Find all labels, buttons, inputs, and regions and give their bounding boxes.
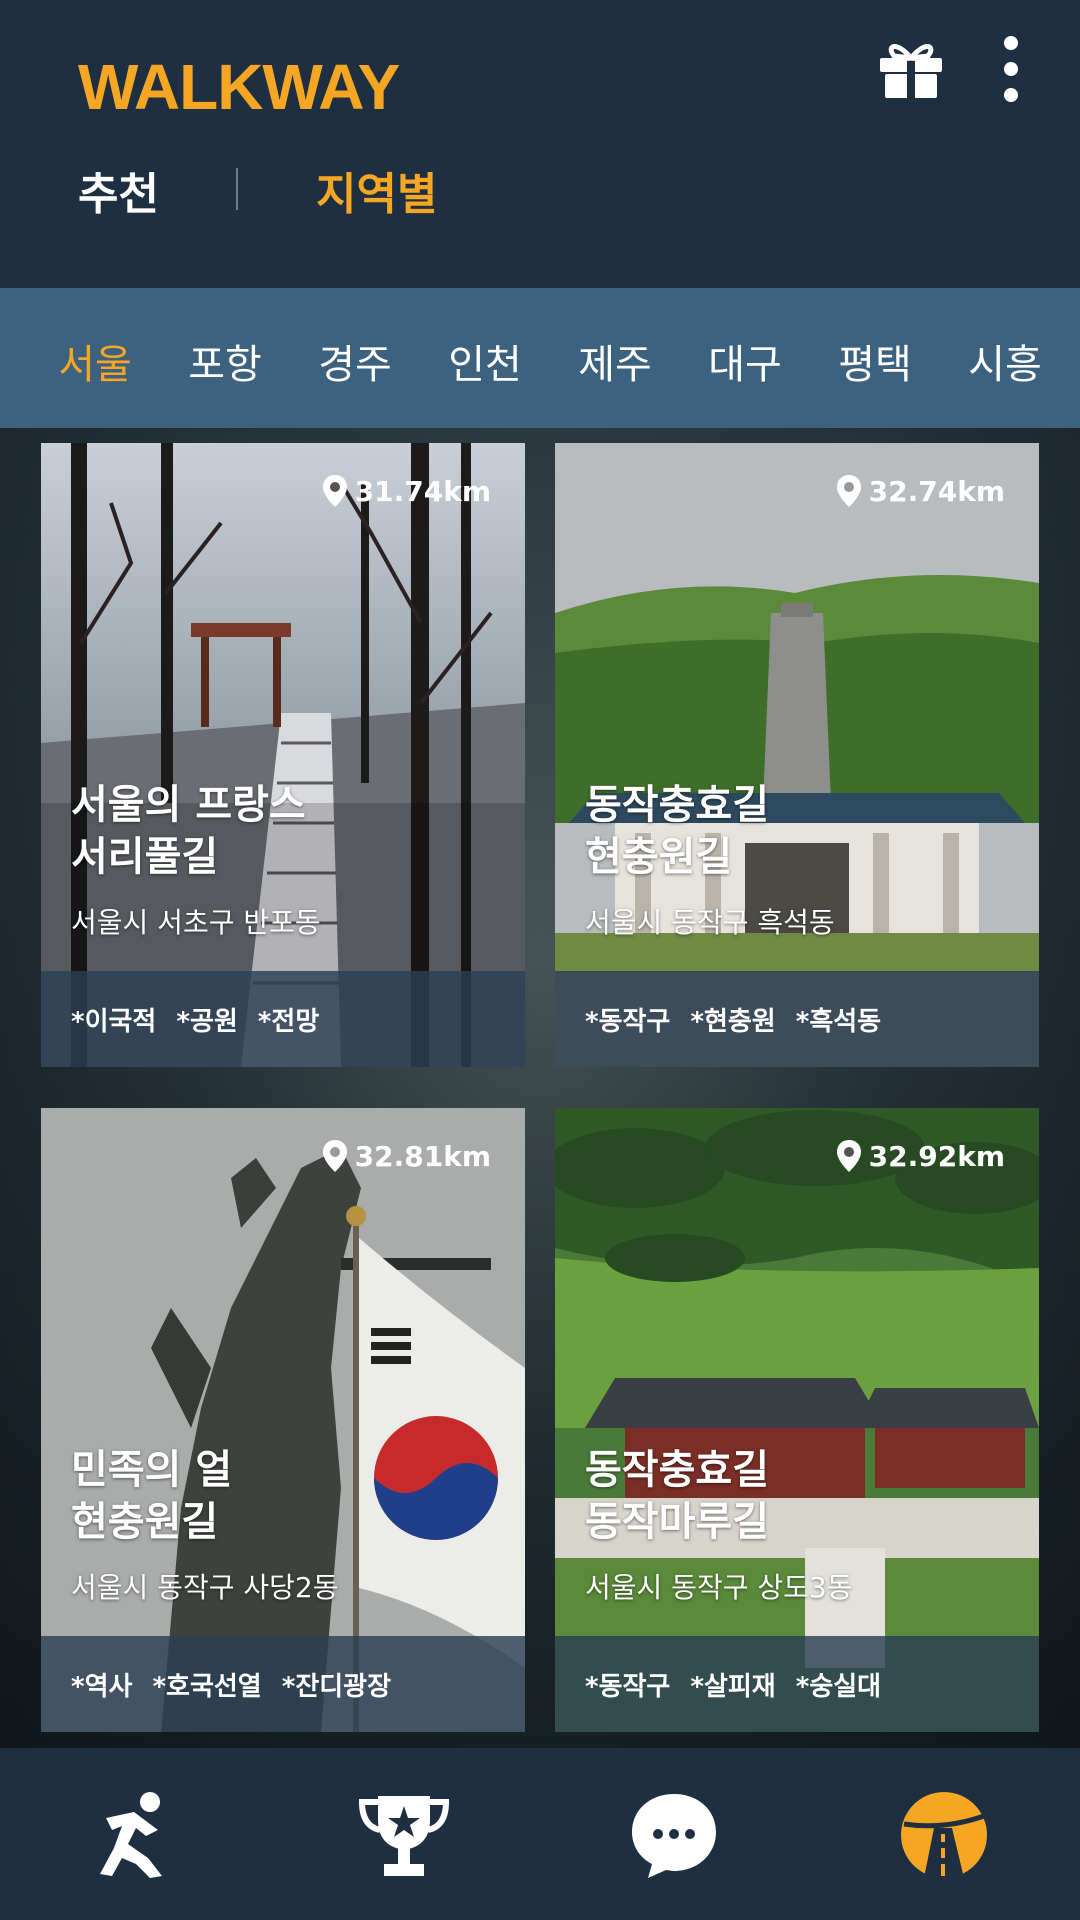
distance-value: 32.92km [868,1139,1005,1173]
location-pin-icon [322,475,347,507]
region-pyeongtaek[interactable]: 평택 [820,332,930,390]
running-icon [100,1792,162,1878]
location-pin-icon [322,1140,347,1172]
tag-bar: *동작구 *살피재 *숭실대 [555,1636,1039,1732]
distance-value: 32.81km [354,1139,491,1173]
region-daegu[interactable]: 대구 [690,332,800,390]
distance-badge: 32.92km [836,1136,1005,1176]
walkway-address: 서울시 동작구 흑석동 [585,906,835,939]
walkway-title: 동작충효길 동작마루길 [585,1444,1015,1548]
distance-badge: 31.74km [322,471,491,511]
walkway-title-line1: 서울의 프랑스 [71,782,306,828]
walkway-list[interactable]: 31.74km 서울의 프랑스 서리풀길 서울시 서초구 반포동 *이국적 *공… [0,428,1080,1748]
walkway-card[interactable]: 32.74km 동작충효길 현충원길 서울시 동작구 흑석동 *동작구 *현충원… [555,443,1039,1067]
nav-community[interactable] [626,1790,722,1880]
walkway-address: 서울시 동작구 사당2동 [71,1571,339,1604]
tag[interactable]: *전망 [258,1001,319,1038]
tag-bar: *이국적 *공원 *전망 [41,971,525,1067]
gift-icon [880,44,942,98]
nav-ranking[interactable] [356,1790,452,1880]
more-vertical-icon [1004,36,1018,102]
tag[interactable]: *현충원 [690,1001,775,1038]
walkway-title: 서울의 프랑스 서리풀길 [71,779,501,883]
location-pin-icon [836,475,861,507]
gift-button[interactable] [876,36,946,100]
region-siheung[interactable]: 시흥 [950,332,1060,390]
tag[interactable]: *동작구 [585,1001,670,1038]
tab-divider [236,168,238,210]
tag[interactable]: *공원 [176,1001,237,1038]
app-header: WALKWAY 추천 지역별 [0,0,1080,288]
walkway-title-line2: 현충원길 [71,1499,219,1545]
chat-icon [632,1794,716,1878]
app-logo: WALKWAY [78,51,400,123]
tag[interactable]: *동작구 [585,1666,670,1703]
walkway-title-line1: 동작충효길 [585,1447,769,1493]
region-jeju[interactable]: 제주 [560,332,670,390]
tab-by-region[interactable]: 지역별 [316,158,437,222]
distance-value: 31.74km [354,474,491,508]
tag-bar: *역사 *호국선열 *잔디광장 [41,1636,525,1732]
walkway-title-line1: 동작충효길 [585,782,769,828]
region-gyeongju[interactable]: 경주 [300,332,410,390]
tag[interactable]: *살피재 [690,1666,775,1703]
nav-walkway[interactable] [896,1790,992,1880]
walkway-title-line2: 서리풀길 [71,834,219,880]
region-seoul[interactable]: 서울 [40,332,150,390]
walkway-title: 민족의 얼 현충원길 [71,1444,501,1548]
tag[interactable]: *잔디광장 [282,1666,391,1703]
region-incheon[interactable]: 인천 [430,332,540,390]
distance-badge: 32.81km [322,1136,491,1176]
road-icon [901,1792,987,1878]
region-selector: 서울 포항 경주 인천 제주 대구 평택 시흥 [0,288,1080,428]
tag-bar: *동작구 *현충원 *흑석동 [555,971,1039,1067]
walkway-title: 동작충효길 현충원길 [585,779,1015,883]
walkway-card[interactable]: 32.92km 동작충효길 동작마루길 서울시 동작구 상도3동 *동작구 *살… [555,1108,1039,1732]
trophy-icon [358,1796,450,1876]
tag[interactable]: *흑석동 [796,1001,881,1038]
region-pohang[interactable]: 포항 [170,332,280,390]
distance-value: 32.74km [868,474,1005,508]
tag[interactable]: *호국선열 [152,1666,261,1703]
walkway-title-line2: 현충원길 [585,834,733,880]
distance-badge: 32.74km [836,471,1005,511]
more-menu-button[interactable] [996,34,1026,104]
tag[interactable]: *숭실대 [796,1666,881,1703]
tag[interactable]: *역사 [71,1666,132,1703]
tab-recommend[interactable]: 추천 [78,158,159,222]
walkway-card[interactable]: 32.81km 민족의 얼 현충원길 서울시 동작구 사당2동 *역사 *호국선… [41,1108,525,1732]
walkway-address: 서울시 서초구 반포동 [71,906,321,939]
walkway-title-line1: 민족의 얼 [71,1447,233,1493]
tag[interactable]: *이국적 [71,1001,156,1038]
nav-walking[interactable] [88,1790,184,1880]
bottom-navigation [0,1748,1080,1920]
walkway-address: 서울시 동작구 상도3동 [585,1571,853,1604]
walkway-card[interactable]: 31.74km 서울의 프랑스 서리풀길 서울시 서초구 반포동 *이국적 *공… [41,443,525,1067]
walkway-title-line2: 동작마루길 [585,1499,769,1545]
location-pin-icon [836,1140,861,1172]
